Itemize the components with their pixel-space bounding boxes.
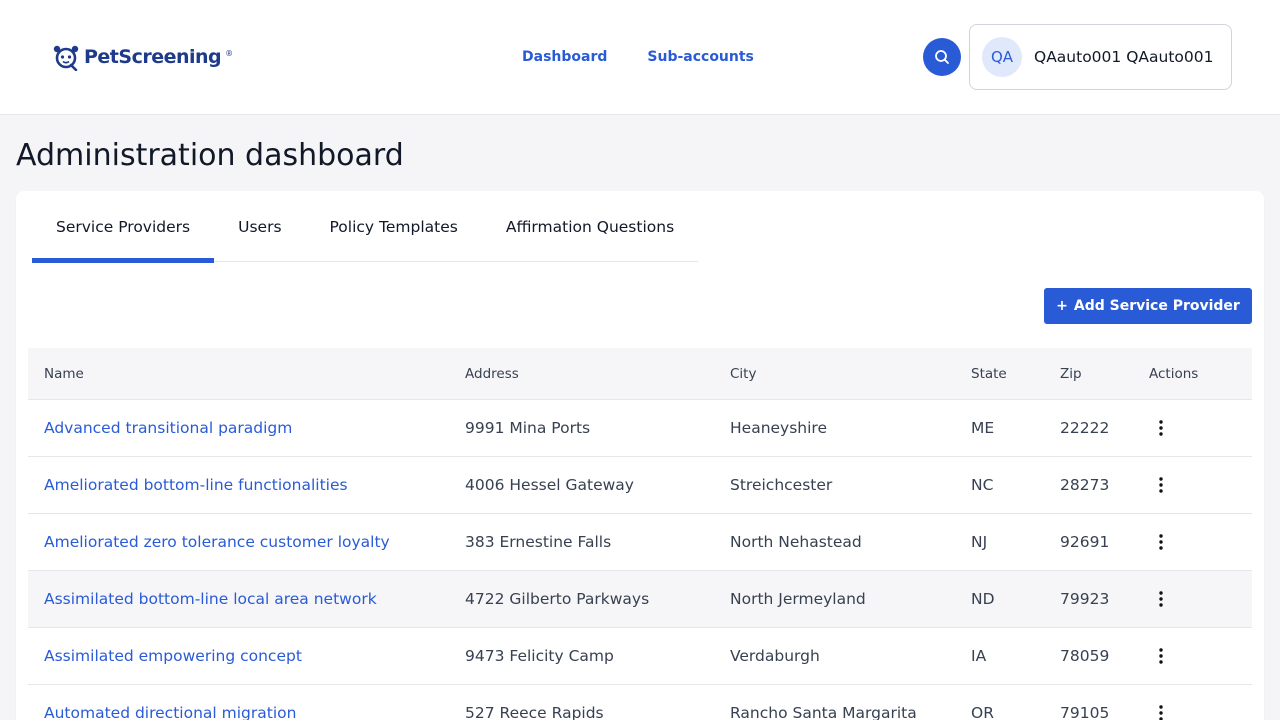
table-row: Ameliorated zero tolerance customer loya…: [28, 514, 1252, 571]
provider-name-link[interactable]: Assimilated bottom-line local area netwo…: [44, 590, 377, 608]
address-cell: 383 Ernestine Falls: [465, 533, 612, 551]
table-row: Assimilated empowering concept 9473 Feli…: [28, 628, 1252, 685]
table-row: Advanced transitional paradigm 9991 Mina…: [28, 400, 1252, 457]
city-cell: Verdaburgh: [730, 647, 820, 665]
provider-name-link[interactable]: Ameliorated bottom-line functionalities: [44, 476, 348, 494]
provider-name-link[interactable]: Ameliorated zero tolerance customer loya…: [44, 533, 390, 551]
provider-name-link[interactable]: Assimilated empowering concept: [44, 647, 302, 665]
table-row: Assimilated bottom-line local area netwo…: [28, 571, 1252, 628]
user-name: QAauto001 QAauto001: [1034, 48, 1214, 66]
tab-users[interactable]: Users: [214, 191, 305, 262]
paw-logo-icon: [53, 45, 79, 71]
provider-name-link[interactable]: Advanced transitional paradigm: [44, 419, 292, 437]
state-cell: NC: [971, 476, 994, 494]
state-cell: IA: [971, 647, 987, 665]
search-button[interactable]: [923, 38, 961, 76]
zip-cell: 22222: [1060, 419, 1110, 437]
row-actions-menu-icon[interactable]: [1149, 473, 1173, 497]
city-cell: North Nehastead: [730, 533, 862, 551]
zip-cell: 28273: [1060, 476, 1110, 494]
plus-icon: +: [1056, 298, 1068, 314]
address-cell: 527 Reece Rapids: [465, 704, 604, 720]
petscreening-logo[interactable]: PetScreening ®: [52, 43, 233, 71]
add-service-provider-button[interactable]: + Add Service Provider: [1044, 288, 1252, 324]
city-cell: Rancho Santa Margarita: [730, 704, 917, 720]
top-navigation-bar: PetScreening ® Dashboard Sub-accounts QA…: [0, 0, 1280, 115]
tab-affirmation-questions[interactable]: Affirmation Questions: [482, 191, 698, 262]
zip-cell: 92691: [1060, 533, 1110, 551]
logo-text: PetScreening: [84, 46, 222, 68]
row-actions-menu-icon[interactable]: [1149, 416, 1173, 440]
column-header-state[interactable]: State: [971, 366, 1060, 382]
column-header-zip[interactable]: Zip: [1060, 366, 1149, 382]
service-providers-table: Name Address City State Zip Actions Adva…: [28, 348, 1252, 720]
zip-cell: 79105: [1060, 704, 1110, 720]
zip-cell: 79923: [1060, 590, 1110, 608]
provider-name-link[interactable]: Automated directional migration: [44, 704, 296, 720]
main-nav: Dashboard Sub-accounts: [522, 47, 754, 67]
avatar: QA: [982, 37, 1022, 77]
city-cell: Streichcester: [730, 476, 833, 494]
column-header-actions: Actions: [1149, 365, 1199, 382]
address-cell: 9473 Felicity Camp: [465, 647, 614, 665]
search-icon: [935, 50, 949, 64]
row-actions-menu-icon[interactable]: [1149, 701, 1173, 720]
logo-registered-mark: ®: [225, 49, 234, 58]
address-cell: 9991 Mina Ports: [465, 419, 591, 437]
row-actions-menu-icon[interactable]: [1149, 644, 1173, 668]
address-cell: 4006 Hessel Gateway: [465, 476, 634, 494]
column-header-address[interactable]: Address: [465, 366, 730, 382]
city-cell: North Jermeyland: [730, 590, 866, 608]
column-header-name[interactable]: Name: [28, 366, 465, 382]
row-actions-menu-icon[interactable]: [1149, 530, 1173, 554]
page-title: Administration dashboard: [16, 138, 404, 173]
admin-card: Service Providers Users Policy Templates…: [16, 191, 1264, 720]
table-row: Ameliorated bottom-line functionalities …: [28, 457, 1252, 514]
column-header-city[interactable]: City: [730, 366, 971, 382]
state-cell: ME: [971, 419, 995, 437]
add-service-provider-label: Add Service Provider: [1073, 298, 1240, 314]
tab-bar: Service Providers Users Policy Templates…: [32, 191, 699, 263]
row-actions-menu-icon[interactable]: [1149, 587, 1173, 611]
state-cell: ND: [971, 590, 995, 608]
tab-service-providers[interactable]: Service Providers: [32, 191, 215, 263]
address-cell: 4722 Gilberto Parkways: [465, 590, 650, 608]
nav-sub-accounts-link[interactable]: Sub-accounts: [647, 47, 754, 67]
state-cell: NJ: [971, 533, 988, 551]
table-row: Automated directional migration 527 Reec…: [28, 685, 1252, 720]
table-header: Name Address City State Zip Actions: [28, 348, 1252, 400]
city-cell: Heaneyshire: [730, 419, 827, 437]
zip-cell: 78059: [1060, 647, 1110, 665]
nav-dashboard-link[interactable]: Dashboard: [522, 47, 607, 67]
state-cell: OR: [971, 704, 994, 720]
tab-policy-templates[interactable]: Policy Templates: [306, 191, 482, 262]
user-menu-button[interactable]: QA QAauto001 QAauto001: [969, 24, 1232, 90]
